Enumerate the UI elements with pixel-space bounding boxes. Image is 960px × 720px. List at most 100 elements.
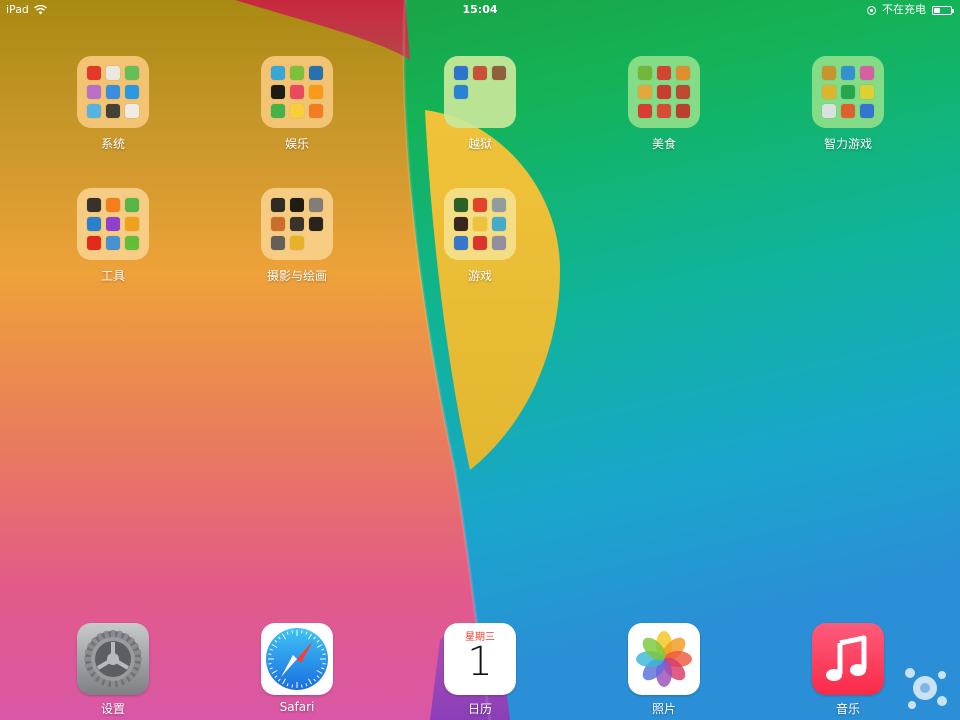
folder-app-icon [454, 217, 468, 231]
folder-app-icon [473, 236, 487, 250]
folder-app-icon [87, 85, 101, 99]
folder-app-icon [473, 217, 487, 231]
music-note-icon [812, 623, 884, 695]
folder-app-icon [290, 66, 304, 80]
folder-app-icon [473, 66, 487, 80]
folder-app-icon [271, 217, 285, 231]
dock-app-label: 照片 [651, 702, 676, 716]
battery-level [934, 7, 940, 13]
folder-5[interactable]: 智力游戏 [812, 56, 884, 156]
dock-app-music[interactable]: 音乐 [812, 623, 884, 718]
folder-app-icon [841, 104, 855, 118]
watermark-icon [905, 668, 947, 709]
dock-app-settings[interactable]: 设置 [77, 623, 149, 718]
folder-app-icon [87, 236, 101, 250]
safari-compass-icon [261, 623, 333, 695]
dock-app-label: 日历 [467, 702, 492, 716]
folder-app-icon [106, 104, 120, 118]
folder-app-icon [290, 85, 304, 99]
folder-app-icon [125, 236, 139, 250]
folder-app-icon [271, 66, 285, 80]
calendar-icon: 星期三 1 [444, 623, 516, 695]
folder-app-icon [290, 104, 304, 118]
dock-app-label: Safari [279, 700, 315, 714]
folder-app-icon [657, 104, 671, 118]
folder-app-icon [87, 66, 101, 80]
folder-tile [77, 56, 149, 128]
rotation-lock-icon [867, 5, 876, 15]
folder-app-icon [271, 104, 285, 118]
folder-app-icon [822, 104, 836, 118]
folder-7[interactable]: 摄影与绘画 [261, 188, 333, 288]
charging-status: 不在充电 [882, 3, 926, 16]
folder-label: 系统 [100, 137, 125, 151]
folder-tile [812, 56, 884, 128]
folder-app-icon [454, 85, 468, 99]
calendar-day-number: 1 [467, 639, 493, 685]
folder-app-icon [125, 85, 139, 99]
folder-4[interactable]: 美食 [628, 56, 700, 156]
folder-app-icon [271, 236, 285, 250]
folder-3[interactable]: 越狱 [444, 56, 516, 156]
status-bar: iPad 15:04 不在充电 [0, 0, 960, 20]
folder-app-icon [492, 217, 506, 231]
folder-app-icon [454, 66, 468, 80]
folder-tile [628, 56, 700, 128]
folder-app-icon [87, 198, 101, 212]
folder-app-icon [271, 85, 285, 99]
dock-app-label: 设置 [100, 702, 125, 716]
folder-app-icon [860, 66, 874, 80]
dock-app-calendar[interactable]: 星期三 1 日历 [444, 623, 516, 718]
folder-label: 摄影与绘画 [266, 269, 327, 283]
folder-app-icon [657, 66, 671, 80]
folder-label: 工具 [100, 269, 125, 283]
photos-flower-icon [628, 623, 700, 695]
folder-app-icon [676, 66, 690, 80]
folder-app-icon [638, 104, 652, 118]
folder-app-icon [454, 198, 468, 212]
folder-2[interactable]: 娱乐 [261, 56, 333, 156]
folder-tile [77, 188, 149, 260]
dock-app-photos[interactable]: 照片 [628, 623, 700, 718]
folder-app-icon [290, 236, 304, 250]
folder-8[interactable]: 游戏 [444, 188, 516, 288]
folder-app-icon [125, 198, 139, 212]
folder-app-icon [638, 66, 652, 80]
folder-label: 游戏 [467, 269, 492, 283]
dock-app-label: 音乐 [835, 702, 860, 716]
folder-app-icon [822, 66, 836, 80]
folder-tile [261, 188, 333, 260]
folder-app-icon [106, 236, 120, 250]
status-time: 15:04 [462, 3, 498, 16]
folder-app-icon [676, 104, 690, 118]
folder-app-icon [657, 85, 671, 99]
folder-app-icon [638, 85, 652, 99]
folder-6[interactable]: 工具 [77, 188, 149, 288]
folder-app-icon [87, 217, 101, 231]
folder-app-icon [473, 198, 487, 212]
folder-app-icon [454, 236, 468, 250]
folder-label: 智力游戏 [823, 137, 872, 151]
folder-label: 美食 [651, 137, 676, 151]
dock-app-safari[interactable]: Safari [261, 623, 333, 718]
folder-tile [444, 188, 516, 260]
folder-app-icon [125, 104, 139, 118]
folder-app-icon [492, 198, 506, 212]
folder-app-icon [860, 85, 874, 99]
folder-1[interactable]: 系统 [77, 56, 149, 156]
folder-app-icon [309, 85, 323, 99]
folder-app-icon [841, 85, 855, 99]
folder-app-icon [841, 66, 855, 80]
folder-app-icon [290, 217, 304, 231]
folder-tile [444, 56, 516, 128]
folder-app-icon [676, 85, 690, 99]
folder-app-icon [271, 198, 285, 212]
folder-label: 娱乐 [284, 137, 309, 151]
folder-app-icon [290, 198, 304, 212]
folder-app-icon [106, 85, 120, 99]
folder-app-icon [492, 66, 506, 80]
folder-app-icon [309, 66, 323, 80]
folder-label: 越狱 [467, 137, 492, 151]
folder-app-icon [309, 217, 323, 231]
folder-app-icon [87, 104, 101, 118]
